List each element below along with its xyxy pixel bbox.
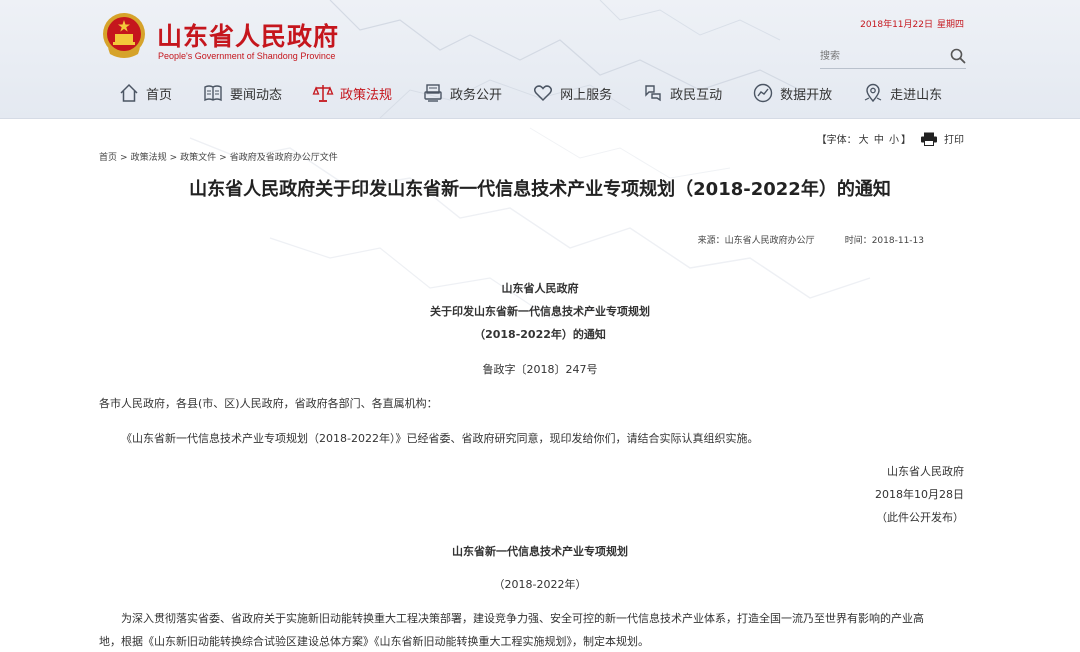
nav-item-interaction[interactable]: 政民互动 xyxy=(642,78,722,108)
article-meta: 来源：山东省人民政府办公厅 时间：2018-11-13 xyxy=(698,233,924,246)
breadcrumb-separator: > xyxy=(219,153,227,163)
nav-item-about-shandong[interactable]: 走进山东 xyxy=(862,78,942,108)
breadcrumb-home[interactable]: 首页 xyxy=(99,153,117,163)
print-button[interactable]: 打印 xyxy=(920,131,964,146)
signature-org: 山东省人民政府 xyxy=(887,465,964,478)
article-source: 来源：山东省人民政府办公厅 xyxy=(697,236,815,246)
printer-doc-icon xyxy=(424,84,442,102)
search-input[interactable] xyxy=(820,48,940,64)
map-pin-icon xyxy=(864,83,882,103)
nav-item-open-data[interactable]: 数据开放 xyxy=(752,78,832,108)
main-nav: 首页 要闻动态 政策法规 政务公开 网上服务 政民互动 数据开放 走进山东 xyxy=(118,78,968,108)
nav-item-label: 网上服务 xyxy=(560,87,613,103)
nav-item-label: 政务公开 xyxy=(450,87,503,103)
article-title: 山东省人民政府关于印发山东省新一代信息技术产业专项规划（2018-2022年）的… xyxy=(189,179,891,200)
font-size-small-button[interactable]: 小 xyxy=(889,135,899,146)
home-icon xyxy=(120,83,138,102)
plan-paragraph-line: 为深入贯彻落实省委、省政府关于实施新旧动能转换重大工程决策部署，建设竞争力强、安… xyxy=(121,612,924,625)
breadcrumb-policy[interactable]: 政策法规 xyxy=(131,153,167,163)
doc-number: 鲁政字〔2018〕247号 xyxy=(482,363,598,376)
book-icon xyxy=(204,85,222,102)
nav-item-online-service[interactable]: 网上服务 xyxy=(532,78,612,108)
breadcrumb-policy-docs[interactable]: 政策文件 xyxy=(180,153,216,163)
heart-icon xyxy=(534,85,553,102)
search-box xyxy=(820,46,966,69)
publish-note: （此件公开发布） xyxy=(876,511,964,524)
national-emblem-logo xyxy=(103,13,145,58)
plan-paragraph-line: 地，根据《山东新旧动能转换综合试验区建设总体方案》《山东省新旧动能转换重大工程实… xyxy=(99,635,649,648)
site-header: 山东省人民政府 People's Government of Shandong … xyxy=(0,0,1080,119)
breadcrumb: 首页 > 政策法规 > 政策文件 > 省政府及省政府办公厅文件 xyxy=(99,150,338,163)
data-globe-icon xyxy=(753,83,773,103)
nav-item-policy[interactable]: 政策法规 xyxy=(312,78,392,108)
article-tools: 【字体：大 中 小】 打印 xyxy=(816,131,964,146)
article-time: 时间：2018-11-13 xyxy=(844,236,924,246)
site-subtitle: People's Government of Shandong Province xyxy=(158,51,336,61)
doc-addressee: 各市人民政府，各县(市、区)人民政府，省政府各部门、各直属机构： xyxy=(99,397,438,410)
current-weekday: 星期四 xyxy=(936,20,964,30)
doc-body: 《山东省新一代信息技术产业专项规划（2018-2022年）》已经省委、省政府研究… xyxy=(121,432,759,445)
doc-head-org: 山东省人民政府 xyxy=(501,282,579,295)
nav-item-label: 首页 xyxy=(146,87,173,103)
date-display: 2018年11月22日 星期四 xyxy=(856,17,964,30)
font-size-medium-button[interactable]: 中 xyxy=(874,135,884,146)
print-label: 打印 xyxy=(944,135,964,146)
breadcrumb-gov-docs[interactable]: 省政府及省政府办公厅文件 xyxy=(230,153,338,163)
nav-item-label: 走进山东 xyxy=(890,87,943,103)
font-size-suffix: 】 xyxy=(901,135,911,146)
signature-date: 2018年10月28日 xyxy=(875,488,964,501)
search-icon[interactable] xyxy=(950,48,966,64)
chat-icon xyxy=(645,85,661,102)
plan-title: 山东省新一代信息技术产业专项规划 xyxy=(452,545,628,558)
nav-item-label: 政民互动 xyxy=(670,87,723,103)
site-title[interactable]: 山东省人民政府 xyxy=(157,17,339,53)
breadcrumb-separator: > xyxy=(120,153,128,163)
nav-item-label: 政策法规 xyxy=(340,87,393,103)
nav-item-news[interactable]: 要闻动态 xyxy=(202,78,282,108)
printer-icon xyxy=(921,132,937,146)
scales-icon xyxy=(312,85,334,102)
nav-item-gov-affairs[interactable]: 政务公开 xyxy=(422,78,502,108)
nav-item-home[interactable]: 首页 xyxy=(118,78,172,108)
doc-head-years: （2018-2022年）的通知 xyxy=(474,328,606,341)
font-size-control: 【字体：大 中 小】 xyxy=(816,131,912,146)
doc-head-title: 关于印发山东省新一代信息技术产业专项规划 xyxy=(430,305,650,318)
font-size-prefix: 【字体： xyxy=(816,135,857,146)
font-size-large-button[interactable]: 大 xyxy=(859,135,869,146)
nav-item-label: 要闻动态 xyxy=(230,87,283,103)
breadcrumb-separator: > xyxy=(169,153,178,163)
nav-item-label: 数据开放 xyxy=(780,87,833,103)
current-date: 2018年11月22日 xyxy=(860,20,933,30)
plan-years: （2018-2022年） xyxy=(493,578,587,591)
